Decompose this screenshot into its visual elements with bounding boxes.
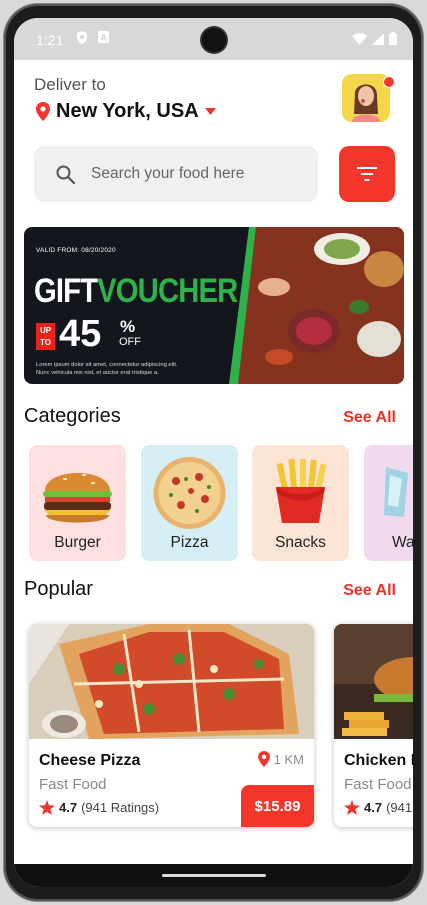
- category-label: Burger: [54, 534, 101, 551]
- food-card-cheese-pizza[interactable]: Cheese Pizza Fast Food 4.7 (941 Ratings)…: [29, 624, 314, 827]
- percent-sign: %: [120, 317, 136, 336]
- food-category: Fast Food: [344, 776, 412, 793]
- upto-line-2: TO: [40, 338, 51, 347]
- banner-valid-date: VALID FROM: 08/20/2020: [36, 247, 116, 254]
- fries-image: [276, 458, 327, 523]
- banner-title: GIFTVOUCHER: [34, 272, 238, 311]
- star-icon: [39, 800, 55, 815]
- food-name: Chicken B: [344, 752, 413, 769]
- status-time: 1:21: [36, 32, 64, 48]
- chicken-burger-image: [334, 624, 413, 739]
- ratings-count: (941: [386, 800, 413, 815]
- wifi-icon: [352, 32, 367, 45]
- water-image: [384, 467, 408, 517]
- pizza-image: [153, 457, 226, 529]
- star-icon: [344, 800, 360, 815]
- rating-row: 4.7 (941: [344, 800, 412, 815]
- rating-value: 4.7: [364, 800, 383, 815]
- deliver-to-label: Deliver to: [34, 75, 106, 94]
- banner-title-voucher: VOUCHER: [97, 272, 238, 310]
- app-screen: 1:21 A Deliver to New York, USA Search y…: [14, 18, 413, 887]
- location-text: New York, USA: [56, 100, 199, 122]
- location-pin-icon: [36, 102, 50, 121]
- discount-percent: 45: [59, 313, 102, 355]
- front-camera: [202, 28, 226, 52]
- upto-line-1: UP: [39, 326, 52, 335]
- categories-see-all-link[interactable]: See All: [343, 409, 396, 427]
- popular-title: Popular: [24, 578, 93, 600]
- distance-value: 1 KM: [273, 751, 304, 767]
- food-category: Fast Food: [39, 776, 107, 793]
- category-snacks[interactable]: Snacks: [252, 445, 349, 561]
- category-burger[interactable]: Burger: [29, 445, 126, 561]
- filter-icon: [357, 167, 377, 181]
- popular-see-all-link[interactable]: See All: [343, 582, 396, 600]
- signal-icon: [372, 32, 384, 45]
- off-label: OFF: [119, 336, 141, 348]
- status-right-icons: [352, 32, 397, 45]
- status-bar: 1:21 A: [14, 18, 413, 60]
- price-tag[interactable]: $15.89: [241, 785, 314, 827]
- filter-button[interactable]: [339, 146, 395, 202]
- category-pizza[interactable]: Pizza: [141, 445, 238, 561]
- shield-icon: [76, 31, 88, 47]
- notification-dot: [383, 76, 395, 88]
- location-pin-icon: [257, 751, 270, 767]
- food-name: Cheese Pizza: [39, 752, 141, 769]
- cheese-pizza-image: [29, 624, 314, 739]
- rating-value: 4.7: [59, 800, 78, 815]
- distance: 1 KM: [257, 751, 304, 767]
- search-icon: [56, 165, 75, 184]
- rating-row: 4.7 (941 Ratings): [39, 800, 159, 815]
- categories-title: Categories: [24, 405, 121, 427]
- category-label: Pizza: [170, 534, 209, 551]
- phone-frame: 1:21 A Deliver to New York, USA Search y…: [4, 4, 423, 901]
- home-indicator[interactable]: [162, 874, 266, 877]
- category-label: Wa: [392, 534, 413, 551]
- svg-text:A: A: [100, 33, 107, 43]
- upto-badge: UP TO: [36, 323, 55, 350]
- promo-banner[interactable]: VALID FROM: 08/20/2020 GIFTVOUCHER UP TO…: [24, 227, 404, 384]
- burger-image: [43, 473, 112, 523]
- notification-a-icon: A: [98, 31, 109, 46]
- food-card-chicken-burger[interactable]: Chicken B Fast Food 4.7 (941: [334, 624, 413, 827]
- ratings-count: (941 Ratings): [81, 800, 160, 815]
- category-label: Snacks: [275, 534, 326, 551]
- dropdown-caret-icon: [204, 108, 216, 115]
- category-water[interactable]: Wa: [364, 445, 413, 561]
- search-bar[interactable]: [34, 146, 318, 202]
- banner-title-gift: GIFT: [34, 272, 98, 310]
- battery-icon: [389, 32, 397, 45]
- search-input[interactable]: [89, 164, 313, 184]
- banner-description: Lorem ipsum dolor sit amet, connectetur …: [36, 362, 178, 376]
- location-selector[interactable]: New York, USA: [36, 100, 216, 123]
